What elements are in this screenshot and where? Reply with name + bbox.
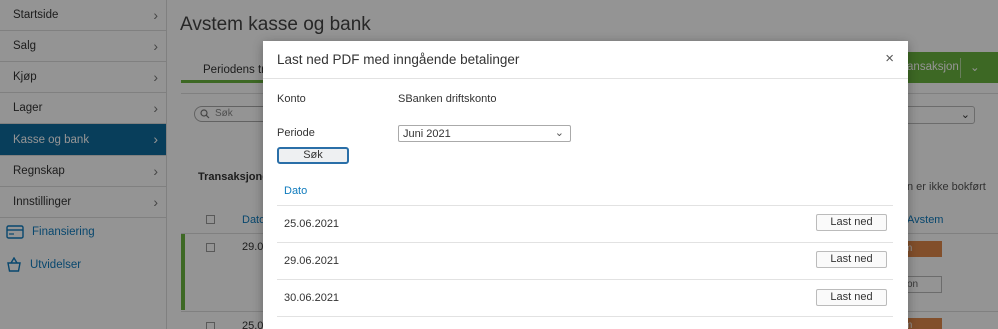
row-divider xyxy=(277,316,893,317)
chevron-down-icon: ⌄ xyxy=(554,127,564,139)
download-button[interactable]: Last ned xyxy=(816,251,887,268)
periode-label: Periode xyxy=(277,127,315,139)
konto-value: SBanken driftskonto xyxy=(398,93,497,105)
periode-select[interactable]: Juni 2021 ⌄ xyxy=(398,125,571,142)
payment-date: 25.06.2021 xyxy=(284,218,340,230)
close-icon[interactable]: × xyxy=(885,50,894,67)
periode-value: Juni 2021 xyxy=(403,128,451,140)
row-divider xyxy=(277,242,893,243)
row-divider xyxy=(277,279,893,280)
row-divider xyxy=(277,205,893,206)
search-button[interactable]: Søk xyxy=(277,147,349,164)
modal-divider xyxy=(263,78,908,79)
modal-title: Last ned PDF med inngående betalinger xyxy=(277,52,520,67)
payment-date: 30.06.2021 xyxy=(284,292,340,304)
payment-date: 29.06.2021 xyxy=(284,255,340,267)
column-header-dato[interactable]: Dato xyxy=(284,185,307,197)
download-button[interactable]: Last ned xyxy=(816,289,887,306)
konto-label: Konto xyxy=(277,93,306,105)
download-pdf-modal: Last ned PDF med inngående betalinger × … xyxy=(263,41,908,329)
download-button[interactable]: Last ned xyxy=(816,214,887,231)
app: Startside › Salg › Kjøp › Lager › Kasse og b… xyxy=(0,0,998,329)
